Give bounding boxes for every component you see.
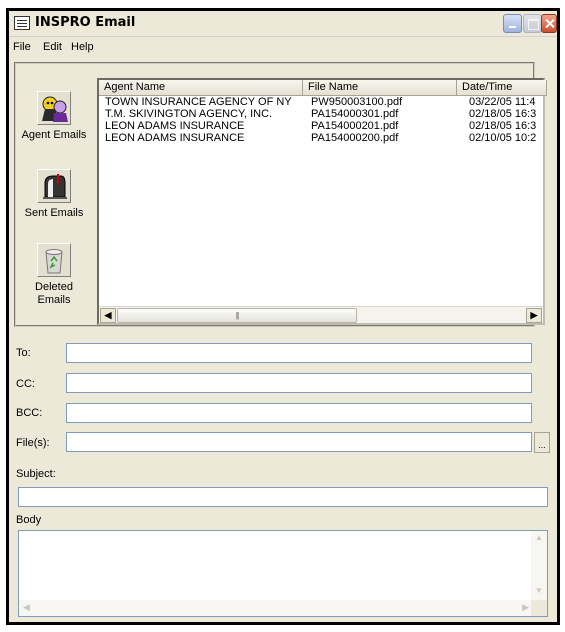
subject-field[interactable]	[18, 487, 548, 507]
sent-emails-button[interactable]: Sent Emails	[18, 169, 90, 220]
list-header: Agent Name File Name Date/Time	[99, 80, 547, 96]
scroll-down-arrow-icon[interactable]: ▼	[531, 586, 547, 600]
menu-file[interactable]: File	[13, 41, 31, 53]
column-date-time[interactable]: Date/Time	[457, 80, 547, 96]
minimize-button[interactable]	[503, 14, 522, 33]
agent-emails-label: Agent Emails	[21, 129, 87, 141]
cell-file-name: PA154000301.pdf	[311, 108, 399, 120]
body-vertical-scrollbar[interactable]: ▲ ▼	[531, 531, 547, 601]
maximize-button[interactable]	[523, 14, 542, 33]
agent-emails-button[interactable]: Agent Emails	[18, 91, 90, 142]
table-row[interactable]: LEON ADAMS INSURANCE PA154000200.pdf 02/…	[99, 132, 543, 144]
scrollbar-thumb[interactable]: |||	[117, 308, 357, 323]
table-row[interactable]: LEON ADAMS INSURANCE PA154000201.pdf 02/…	[99, 120, 543, 132]
agent-emails-icon	[37, 91, 71, 125]
body-horizontal-scrollbar[interactable]: ◀ ▶	[19, 600, 533, 616]
body-scroll-right-arrow-icon[interactable]: ▶	[522, 602, 529, 613]
browse-files-button[interactable]: ...	[534, 432, 550, 453]
list-horizontal-scrollbar[interactable]: ◀ ||| ▶	[99, 306, 543, 323]
sent-emails-label: Sent Emails	[24, 207, 84, 219]
menu-bar: File Edit Help	[9, 39, 557, 57]
cell-date-time: 02/18/05 16:3	[469, 120, 537, 132]
mailbox-icon	[37, 169, 71, 203]
body-label: Body	[16, 514, 42, 526]
title-bar: INSPRO Email	[9, 11, 557, 37]
recycle-bin-icon	[37, 243, 71, 277]
window-title: INSPRO Email	[35, 15, 136, 30]
app-icon	[14, 16, 30, 30]
scroll-left-arrow-icon[interactable]: ◀	[100, 308, 116, 323]
subject-label: Subject:	[16, 468, 56, 480]
scroll-up-arrow-icon[interactable]: ▲	[531, 533, 547, 547]
menu-help[interactable]: Help	[71, 41, 94, 53]
cell-agent-name: TOWN INSURANCE AGENCY OF NY	[105, 96, 292, 108]
email-list[interactable]: Agent Name File Name Date/Time TOWN INSU…	[97, 78, 547, 325]
table-row[interactable]: TOWN INSURANCE AGENCY OF NY PW950003100.…	[99, 96, 543, 108]
menu-edit[interactable]: Edit	[43, 41, 62, 53]
cell-file-name: PA154000200.pdf	[311, 132, 399, 144]
files-field[interactable]	[66, 432, 532, 452]
bcc-label: BCC:	[16, 407, 43, 419]
cell-date-time: 03/22/05 11:4	[469, 96, 536, 108]
cell-date-time: 02/10/05 10:2	[469, 132, 537, 144]
cell-agent-name: T.M. SKIVINGTON AGENCY, INC.	[105, 108, 273, 120]
cell-agent-name: LEON ADAMS INSURANCE	[105, 132, 245, 144]
to-label: To:	[16, 347, 31, 359]
column-file-name[interactable]: File Name	[303, 80, 457, 96]
scroll-right-arrow-icon[interactable]: ▶	[526, 308, 542, 323]
cell-date-time: 02/18/05 16:3	[469, 108, 537, 120]
close-button[interactable]	[541, 14, 557, 33]
files-label: File(s):	[16, 437, 50, 449]
folder-panel: Agent Emails Sent Emails Deleted Emails	[18, 71, 90, 323]
cell-agent-name: LEON ADAMS INSURANCE	[105, 120, 245, 132]
deleted-emails-label: Deleted Emails	[35, 281, 73, 306]
cell-file-name: PW950003100.pdf	[311, 96, 403, 108]
body-textarea[interactable]: ▲ ▼ ◀ ▶	[18, 530, 548, 617]
deleted-emails-button[interactable]: Deleted Emails	[18, 243, 90, 307]
to-field[interactable]	[66, 343, 532, 363]
cc-field[interactable]	[66, 373, 532, 393]
scrollbar-corner	[531, 600, 547, 616]
column-agent-name[interactable]: Agent Name	[99, 80, 303, 96]
cell-file-name: PA154000201.pdf	[311, 120, 399, 132]
body-scroll-left-arrow-icon[interactable]: ◀	[23, 602, 30, 613]
bcc-field[interactable]	[66, 403, 532, 423]
cc-label: CC:	[16, 378, 35, 390]
table-row[interactable]: T.M. SKIVINGTON AGENCY, INC. PA154000301…	[99, 108, 543, 120]
